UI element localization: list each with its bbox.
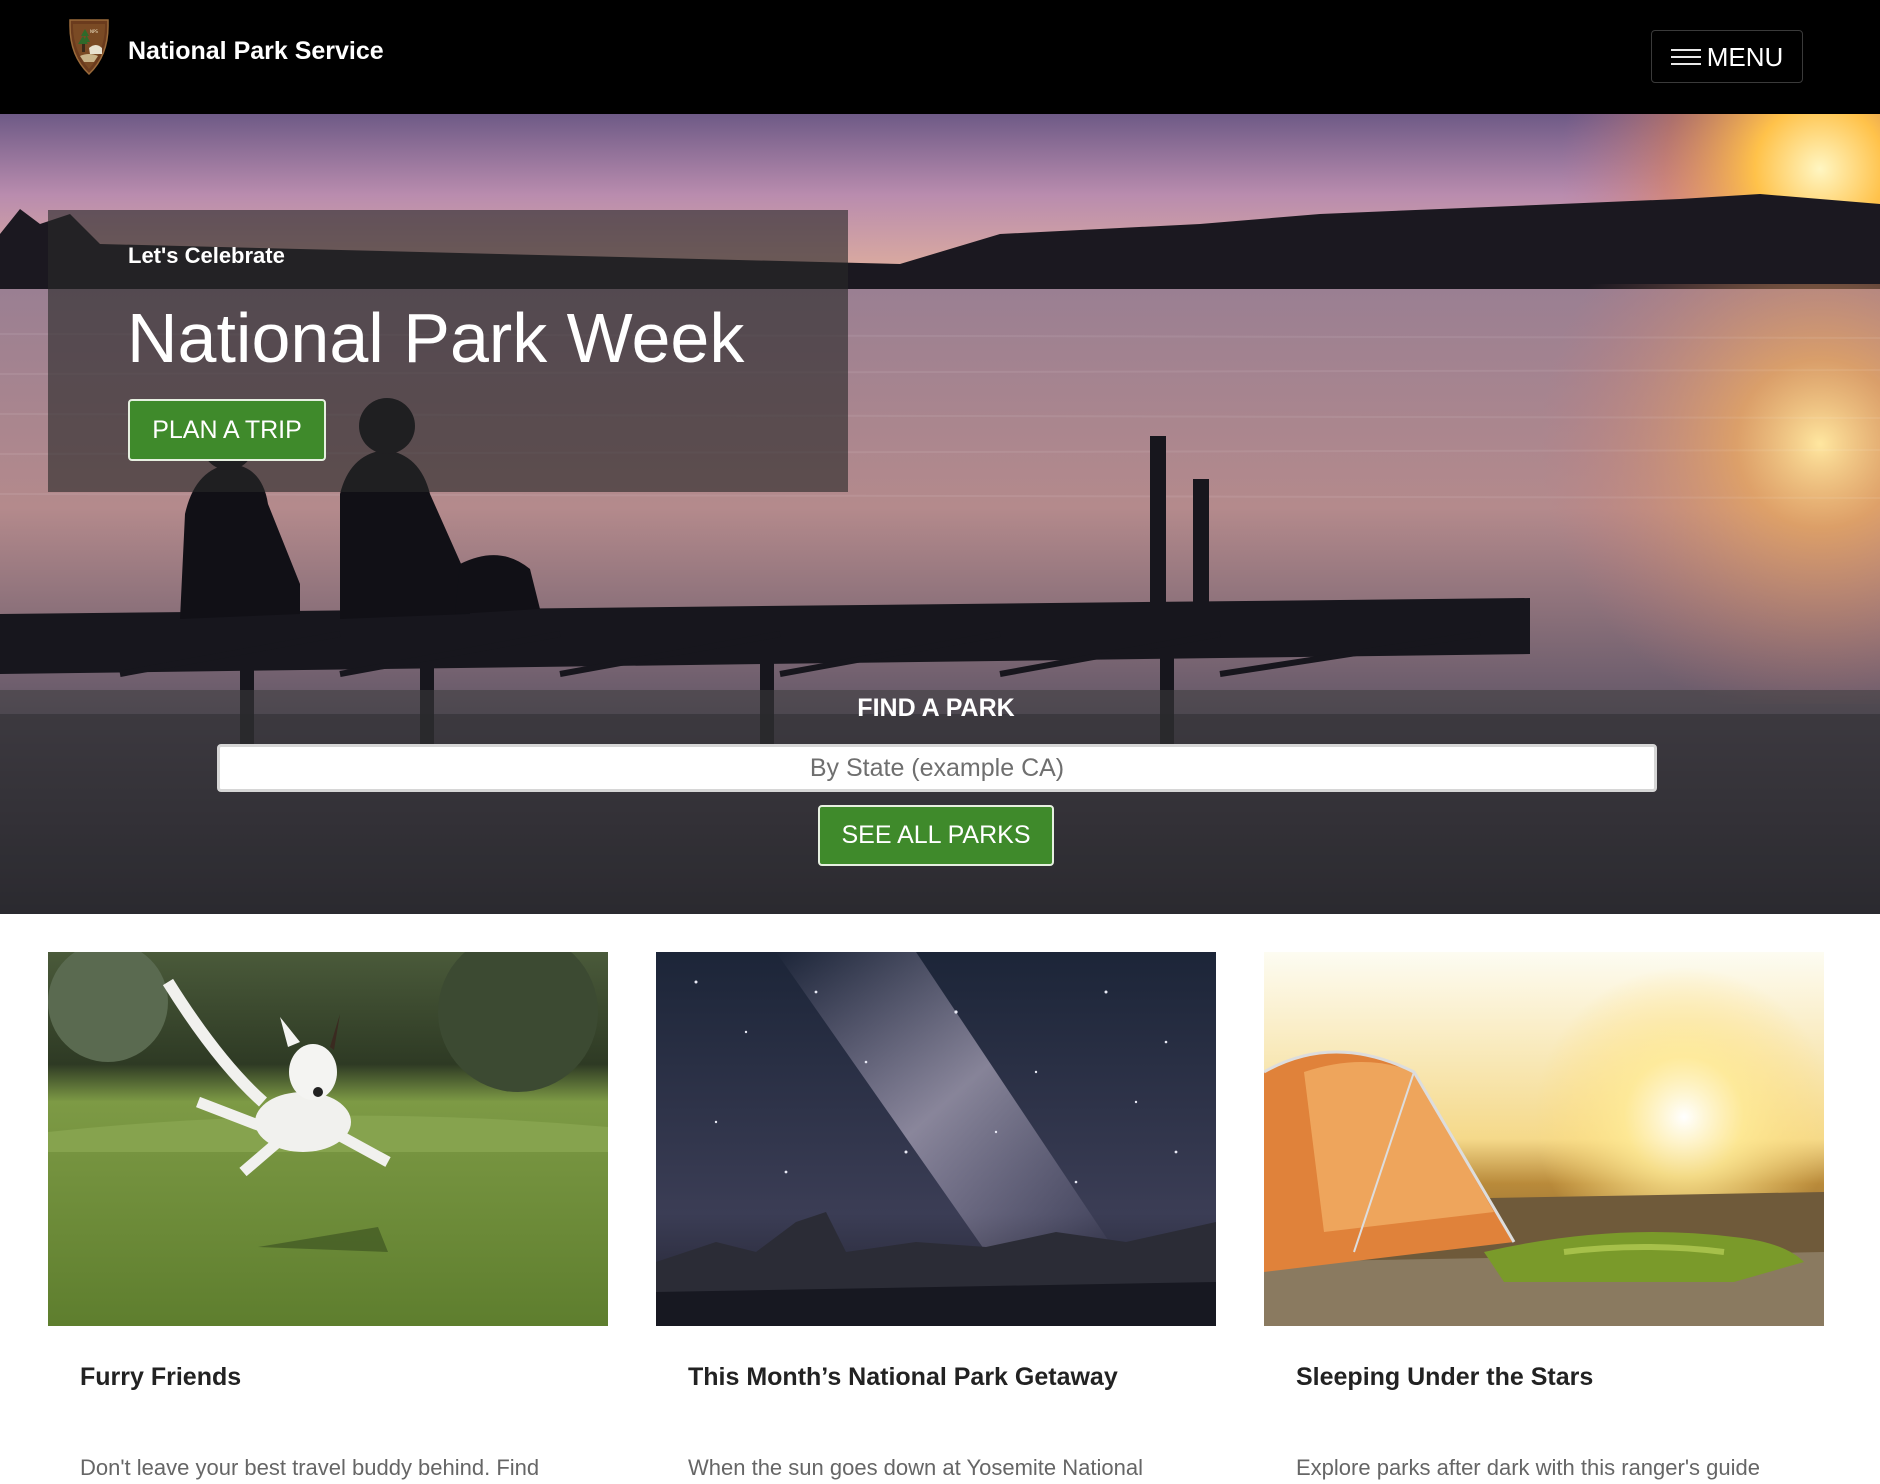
state-search-input[interactable]: [217, 744, 1657, 792]
card-description: Don't leave your best travel buddy behin…: [80, 1455, 540, 1480]
card-title[interactable]: This Month’s National Park Getaway: [688, 1363, 1118, 1392]
hamburger-icon: [1670, 46, 1701, 68]
milky-way-image[interactable]: [656, 952, 1216, 1326]
plan-a-trip-button[interactable]: PLAN A TRIP: [128, 399, 326, 461]
find-a-park-title: FIND A PARK: [857, 694, 1015, 722]
promo-box: Let's Celebrate National Park Week PLAN …: [48, 210, 848, 492]
card-description: When the sun goes down at Yosemite Natio…: [688, 1455, 1143, 1480]
arrowhead-icon[interactable]: NPS: [64, 16, 114, 76]
site-title[interactable]: National Park Service: [128, 36, 384, 66]
find-a-park-panel: FIND A PARK SEE ALL PARKS: [0, 690, 1880, 914]
site-header: NPS National Park Service MENU: [0, 0, 1880, 114]
card-description: Explore parks after dark with this range…: [1296, 1455, 1760, 1480]
card-title[interactable]: Furry Friends: [80, 1363, 241, 1392]
menu-button[interactable]: MENU: [1651, 30, 1803, 83]
card-title[interactable]: Sleeping Under the Stars: [1296, 1363, 1593, 1392]
promo-headline: National Park Week: [127, 299, 745, 377]
card-park-getaway[interactable]: This Month’s National Park Getaway When …: [656, 952, 1216, 1484]
promo-eyebrow: Let's Celebrate: [128, 243, 285, 268]
menu-label: MENU: [1706, 41, 1784, 72]
dog-leaping-image[interactable]: [48, 952, 608, 1326]
hero-banner: Let's Celebrate National Park Week PLAN …: [0, 114, 1880, 914]
tent-sunset-image[interactable]: [1264, 952, 1824, 1326]
card-sleeping-under-stars[interactable]: Sleeping Under the Stars Explore parks a…: [1264, 952, 1824, 1484]
card-furry-friends[interactable]: Furry Friends Don't leave your best trav…: [48, 952, 608, 1484]
see-all-parks-button[interactable]: SEE ALL PARKS: [818, 805, 1054, 866]
svg-text:NPS: NPS: [90, 29, 98, 34]
